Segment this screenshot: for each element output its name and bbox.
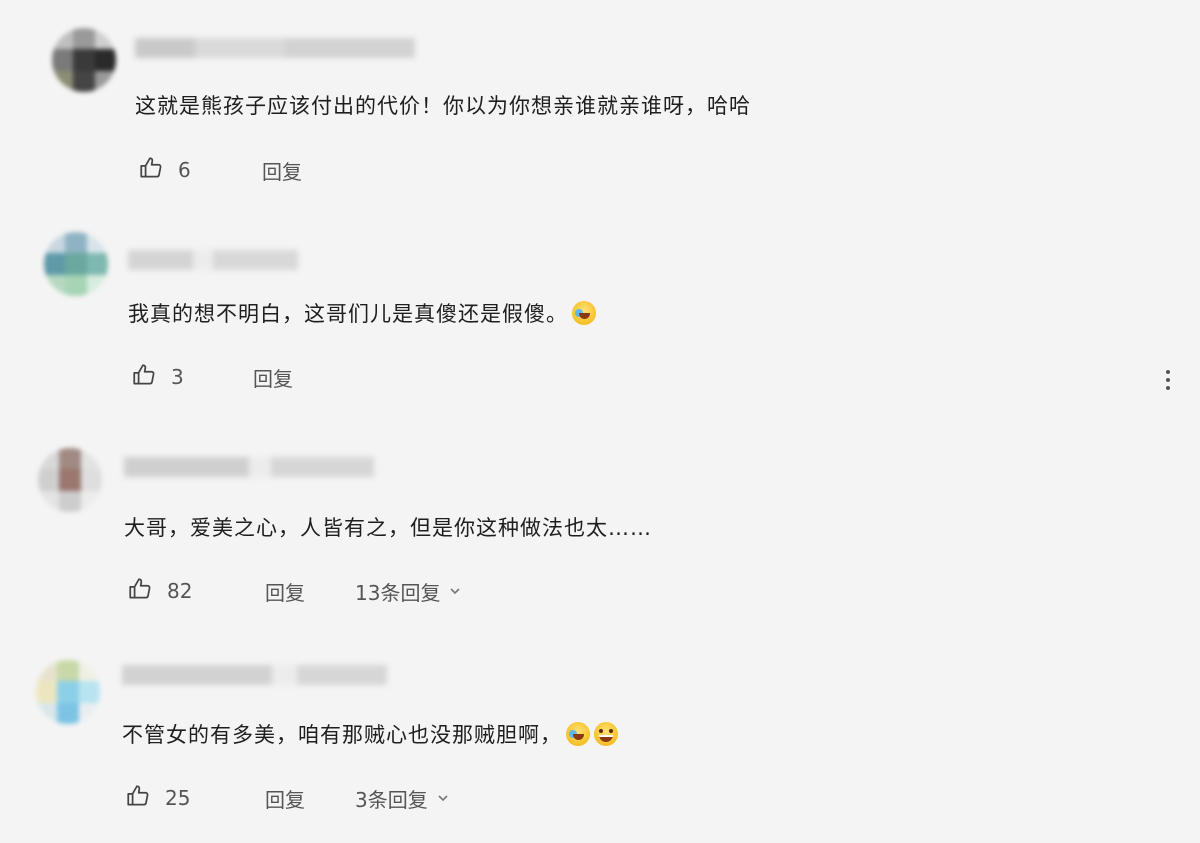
thumbs-up-icon (127, 576, 153, 607)
avatar[interactable] (44, 232, 108, 296)
reply-button[interactable]: 回复 (265, 784, 305, 813)
comment-actions: 3 回复 (131, 362, 531, 392)
reply-count: 3条回复 (355, 787, 428, 812)
comment-actions: 82 回复 13条回复 (127, 576, 627, 606)
like-button[interactable]: 3 (131, 362, 184, 393)
reply-button[interactable]: 回复 (253, 363, 293, 392)
thumbs-up-icon (131, 362, 157, 393)
comment-actions: 6 回复 (138, 155, 538, 185)
comment-text: 这就是熊孩子应该付出的代价！你以为你想亲谁就亲谁呀，哈哈 (135, 90, 751, 120)
username-blurred[interactable] (124, 457, 374, 477)
thumbs-up-icon (138, 155, 164, 186)
like-count: 6 (178, 158, 191, 182)
laugh-cry-emoji-icon (572, 301, 596, 325)
comment-actions: 25 回复 3条回复 (125, 783, 625, 813)
chevron-down-icon (440, 579, 462, 603)
like-button[interactable]: 82 (127, 576, 192, 607)
grin-emoji-icon (594, 722, 618, 746)
avatar[interactable] (36, 660, 100, 724)
chevron-down-icon (428, 786, 450, 810)
username-blurred[interactable] (128, 250, 298, 270)
like-button[interactable]: 6 (138, 155, 191, 186)
like-count: 3 (171, 365, 184, 389)
username-blurred[interactable] (135, 38, 415, 58)
avatar[interactable] (52, 28, 116, 92)
view-replies-button[interactable]: 3条回复 (355, 784, 450, 813)
view-replies-button[interactable]: 13条回复 (355, 577, 462, 606)
username-blurred[interactable] (122, 665, 387, 685)
more-vertical-icon[interactable] (1158, 366, 1178, 394)
comment-text-content: 我真的想不明白，这哥们儿是真傻还是假傻。 (128, 302, 568, 326)
comment-list: 这就是熊孩子应该付出的代价！你以为你想亲谁就亲谁呀，哈哈 6 回复 我真的想不明… (0, 0, 1200, 843)
reply-count: 13条回复 (355, 580, 441, 605)
comment-text-content: 大哥，爱美之心，人皆有之，但是你这种做法也太…… (124, 516, 652, 540)
like-button[interactable]: 25 (125, 783, 190, 814)
comment-text: 大哥，爱美之心，人皆有之，但是你这种做法也太…… (124, 512, 652, 542)
comment-text-content: 不管女的有多美，咱有那贼心也没那贼胆啊， (122, 723, 562, 747)
comment-text: 我真的想不明白，这哥们儿是真傻还是假傻。 (128, 298, 596, 328)
reply-button[interactable]: 回复 (265, 577, 305, 606)
comment-text-content: 这就是熊孩子应该付出的代价！你以为你想亲谁就亲谁呀，哈哈 (135, 94, 751, 118)
laugh-cry-emoji-icon (566, 722, 590, 746)
thumbs-up-icon (125, 783, 151, 814)
avatar[interactable] (38, 448, 102, 512)
reply-button[interactable]: 回复 (262, 156, 302, 185)
like-count: 25 (165, 786, 191, 810)
comment-text: 不管女的有多美，咱有那贼心也没那贼胆啊， (122, 719, 618, 749)
like-count: 82 (167, 579, 193, 603)
